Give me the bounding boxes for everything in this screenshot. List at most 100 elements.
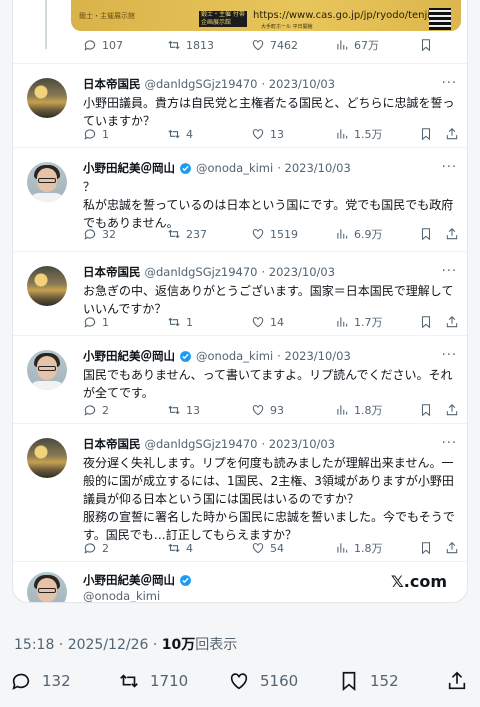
more-icon[interactable]: ··· [442,264,457,279]
x-logo: 𝕏.com [390,572,447,591]
repost-button[interactable]: 1 [167,315,251,329]
bottom-bookmark-button[interactable]: 152 [338,670,399,692]
tweet-date[interactable]: · 2023/10/03 [261,265,335,279]
like-button[interactable]: 7462 [251,38,335,52]
tweet-actions: 2 13 93 1.8万 [83,400,458,420]
repost-button[interactable]: 4 [167,541,251,555]
tweet[interactable]: 小野田紀美＠岡山 @onoda_kimi · 2023/10/03 ···？ 私が忠誠… [13,147,467,251]
share-button[interactable] [445,127,458,141]
heart-icon [252,129,264,140]
avatar[interactable] [27,162,67,202]
bookmark-button[interactable] [419,227,445,241]
views-button[interactable]: 6.9万 [335,226,419,242]
avatar[interactable] [27,350,67,390]
reply-button[interactable]: 2 [83,541,167,555]
bookmark-button[interactable] [419,315,445,329]
post-meta: 15:18 · 2025/12/26 · 10万回表示 [14,634,237,654]
user-handle[interactable]: @danldgSGjz19470 [145,265,258,279]
user-handle[interactable]: @danldgSGjz19470 [145,77,258,91]
tweet-date[interactable]: · 2023/10/03 [277,349,351,363]
like-button[interactable]: 54 [251,541,335,555]
tweet-date[interactable]: · 2023/10/03 [261,77,335,91]
share-button[interactable] [445,541,458,555]
share-icon [448,671,466,690]
tweet[interactable]: 日本帝国民 @danldgSGjz19470 · 2023/10/03 ··· お急ぎの… [13,251,467,335]
user-handle[interactable]: @onoda_kimi [196,349,273,363]
more-icon[interactable]: ··· [442,76,457,91]
share-icon [446,316,458,328]
views-button[interactable]: 67万 [335,37,419,53]
reply-button[interactable]: 107 [83,38,167,52]
repost-button[interactable]: 4 [167,127,251,141]
display-name[interactable]: 日本帝国民 [83,76,141,92]
like-button[interactable]: 13 [251,127,335,141]
like-button[interactable]: 14 [251,315,335,329]
bookmark-icon [342,671,356,692]
share-button[interactable] [445,403,458,417]
views-icon [337,405,348,415]
repost-button[interactable]: 1813 [167,38,251,52]
reply-button[interactable]: 1 [83,127,167,141]
views-button[interactable]: 1.7万 [335,314,419,330]
repost-button[interactable]: 237 [167,227,251,241]
verified-icon [180,162,191,174]
reply-button[interactable]: 1 [83,315,167,329]
like-button[interactable]: 1519 [251,227,335,241]
avatar[interactable] [27,266,67,306]
bookmark-button[interactable] [419,403,445,417]
views-button[interactable]: 1.8万 [335,540,419,556]
views-icon [337,129,348,139]
bottom-share-button[interactable] [446,670,468,692]
tweet-actions: 1 4 13 1.5万 [83,124,458,144]
bottom-bookmark-count: 152 [370,672,399,690]
user-handle[interactable]: @onoda_kimi [83,589,160,602]
views-button[interactable]: 1.5万 [335,126,419,142]
share-button[interactable] [445,227,458,241]
more-icon[interactable]: ··· [442,160,457,175]
bookmark-button[interactable] [419,541,445,555]
footer-tweet[interactable]: 小野田紀美＠岡山 @onoda_kimi 𝕏.com [13,561,467,602]
tweet-date[interactable]: · 2023/10/03 [261,437,335,451]
reply-count: 2 [102,403,109,417]
display-name[interactable]: 小野田紀美＠岡山 [83,348,175,364]
share-icon [446,542,458,554]
like-count: 13 [270,127,284,141]
display-name[interactable]: 日本帝国民 [83,264,141,280]
user-handle[interactable]: @onoda_kimi [196,161,273,175]
tweet[interactable]: 小野田紀美＠岡山 @onoda_kimi · 2023/10/03 ··· 国民でもあり… [13,335,467,423]
repost-button[interactable]: 13 [167,403,251,417]
tweet[interactable]: 日本帝国民 @danldgSGjz19470 · 2023/10/03 ··· 小野田議… [13,63,467,147]
reply-button[interactable]: 2 [83,403,167,417]
views-button[interactable]: 1.8万 [335,402,419,418]
reply-button[interactable]: 32 [83,227,167,241]
bookmark-button[interactable] [419,38,445,52]
bottom-like-button[interactable]: 5160 [228,670,298,692]
heart-icon [230,673,248,690]
bottom-repost-button[interactable]: 1710 [118,670,188,692]
display-name[interactable]: 日本帝国民 [83,436,141,452]
verified-icon [180,574,191,586]
reply-icon [84,317,96,328]
more-icon[interactable]: ··· [442,348,457,363]
display-name[interactable]: 小野田紀美＠岡山 [83,160,175,176]
more-icon[interactable]: ··· [442,436,457,451]
display-name[interactable]: 小野田紀美＠岡山 [83,572,175,588]
bookmark-button[interactable] [419,127,445,141]
share-button[interactable] [445,315,458,329]
quoted-banner-image[interactable]: 鍛士・主催展示館 鍛士・主催 付帯企画展示館 https://www.cas.g… [71,0,461,31]
avatar[interactable] [27,438,67,478]
bookmark-icon [421,39,431,52]
reply-icon [84,543,96,554]
thread-line [45,0,47,49]
bottom-reply-button[interactable]: 132 [10,670,71,692]
user-handle[interactable]: @danldgSGjz19470 [145,437,258,451]
avatar[interactable] [27,78,67,118]
bookmark-icon [421,404,431,417]
repost-icon [168,40,180,50]
repost-icon [168,543,180,553]
like-button[interactable]: 93 [251,403,335,417]
like-count: 7462 [270,38,298,52]
tweet-date[interactable]: · 2023/10/03 [277,161,351,175]
avatar[interactable] [27,572,67,602]
tweet[interactable]: 日本帝国民 @danldgSGjz19470 · 2023/10/03 ··· 夜分遅く… [13,423,467,561]
